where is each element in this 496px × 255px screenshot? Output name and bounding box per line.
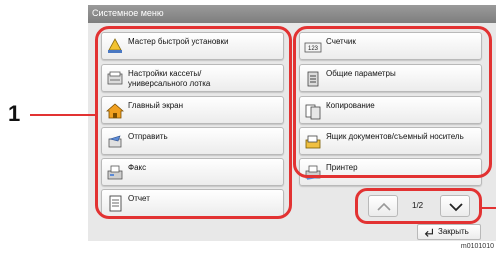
- close-button[interactable]: Закрыть: [417, 224, 481, 240]
- return-arrow-icon: [424, 228, 433, 237]
- title-bar: Системное меню: [88, 5, 496, 23]
- pagination-callout-line: [482, 207, 496, 209]
- pagination-highlight: [355, 188, 482, 224]
- left-menu-highlight: [95, 26, 292, 219]
- image-caption: m0101010: [460, 243, 494, 250]
- window-title: Системное меню: [92, 8, 164, 18]
- callout-number: 1: [8, 101, 21, 126]
- callout-line: [30, 114, 98, 116]
- right-menu-highlight: [293, 26, 492, 178]
